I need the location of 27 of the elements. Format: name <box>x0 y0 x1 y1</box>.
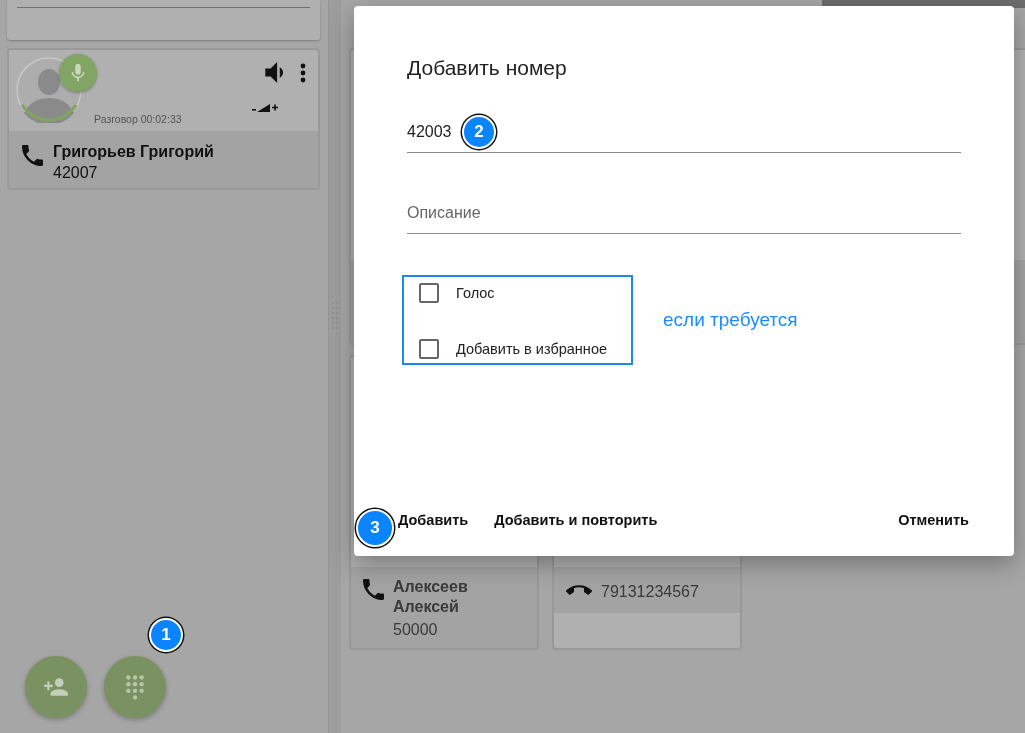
add-button[interactable]: Добавить <box>398 504 478 536</box>
annotation-note: если требуется <box>663 309 798 331</box>
step-marker: 2 <box>462 115 496 149</box>
cancel-button[interactable]: Отменить <box>889 504 978 536</box>
description-field[interactable]: Описание <box>407 204 961 222</box>
contact-name: Алексеев Алексей <box>393 577 469 617</box>
call-status: Разговор 00:02:33 <box>94 113 183 125</box>
checkbox[interactable] <box>419 283 439 303</box>
add-and-repeat-button[interactable]: Добавить и повторить <box>485 504 667 536</box>
number-field[interactable]: 42003 <box>407 123 459 141</box>
volume-level-icon[interactable] <box>252 101 280 113</box>
dialog-title: Добавить номер <box>407 56 568 80</box>
contact-number: 42007 <box>53 164 99 182</box>
phone-icon <box>22 145 43 166</box>
contact-name: Григорьев Григорий <box>53 143 214 161</box>
checkbox-label: Голос <box>456 285 495 301</box>
step-marker: 3 <box>356 509 394 547</box>
dialpad-icon <box>125 673 145 701</box>
speaker-icon[interactable] <box>265 62 284 83</box>
hang-up-icon <box>566 584 592 596</box>
contact-number: 50000 <box>393 621 439 639</box>
checkbox-label: Добавить в избранное <box>456 341 607 357</box>
contact-number: 79131234567 <box>601 583 699 601</box>
phone-icon <box>363 579 384 600</box>
step-marker: 1 <box>149 618 183 652</box>
more-options-icon[interactable] <box>300 62 306 83</box>
checkbox[interactable] <box>419 339 439 359</box>
